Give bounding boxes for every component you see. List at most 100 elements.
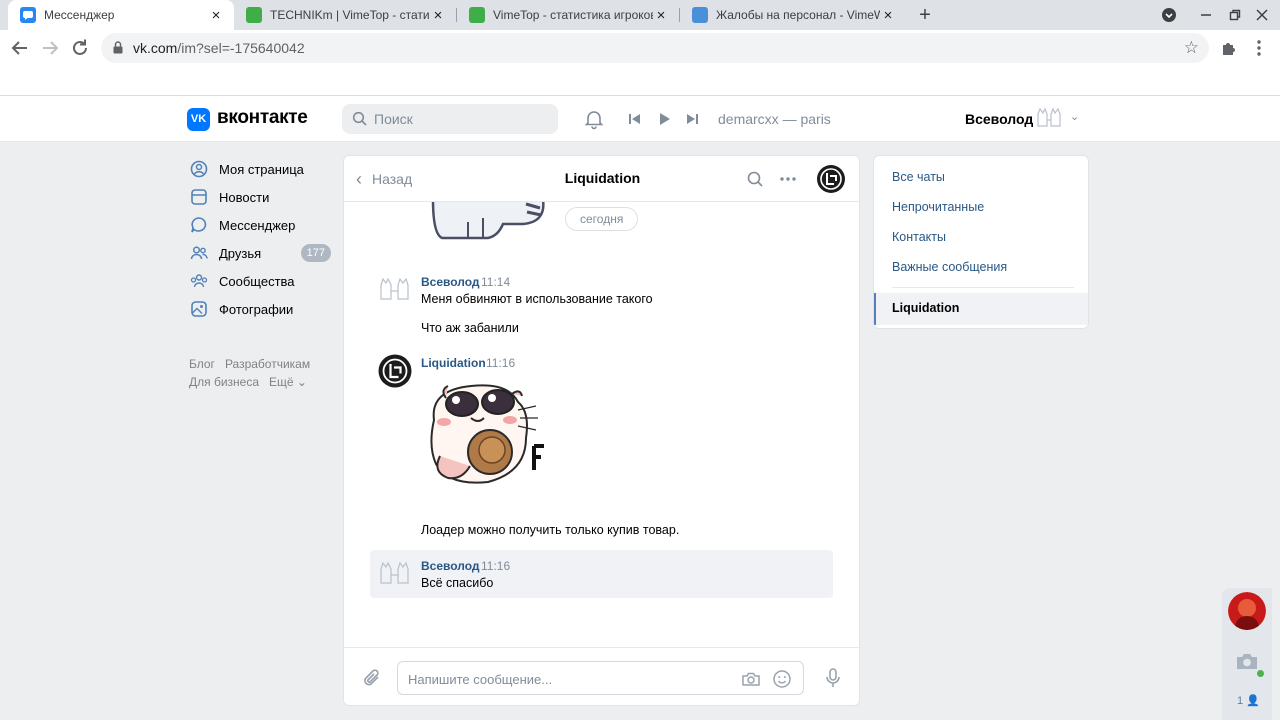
- previous-track-icon[interactable]: [624, 108, 646, 130]
- menu-item-news[interactable]: Новости: [187, 183, 337, 211]
- user-avatar[interactable]: [1035, 106, 1063, 132]
- close-tab-icon[interactable]: ×: [208, 7, 224, 24]
- close-tab-icon[interactable]: ×: [880, 7, 896, 24]
- play-icon[interactable]: [653, 108, 675, 130]
- online-count-value: 1: [1237, 695, 1244, 707]
- camera-icon[interactable]: [1235, 650, 1259, 672]
- close-tab-icon[interactable]: ×: [653, 7, 669, 24]
- message-text: Всё спасибо: [421, 576, 494, 590]
- menu-item-label: Сообщества: [219, 273, 295, 289]
- now-playing-track[interactable]: demarcxx — paris: [718, 111, 831, 127]
- active-chat-item[interactable]: Liquidation: [874, 293, 1088, 325]
- restore-window-button[interactable]: [1225, 5, 1245, 25]
- close-window-button[interactable]: [1252, 5, 1272, 25]
- online-count[interactable]: 1 👤: [1237, 694, 1260, 707]
- microphone-icon[interactable]: [821, 666, 845, 690]
- chat-title[interactable]: Liquidation: [565, 170, 640, 186]
- bookmarks-bar: [0, 66, 1280, 96]
- message-input[interactable]: [408, 669, 728, 689]
- vimetop-favicon-icon: [469, 7, 485, 23]
- message-author[interactable]: Liquidation: [421, 356, 486, 370]
- filter-all-chats[interactable]: Все чаты: [892, 170, 945, 184]
- menu-item-messenger[interactable]: Мессенджер: [187, 211, 337, 239]
- menu-item-my-page[interactable]: Моя страница: [187, 155, 337, 183]
- tab-messenger[interactable]: Мессенджер ×: [8, 0, 234, 30]
- camera-icon[interactable]: [740, 668, 762, 690]
- chevron-down-icon[interactable]: ⌄: [1070, 110, 1079, 123]
- back-arrow-icon[interactable]: [8, 36, 32, 60]
- news-icon: [191, 189, 207, 205]
- new-tab-button[interactable]: +: [914, 4, 936, 26]
- left-nav-menu: Моя страница Новости Мессенджер Друзья 1…: [187, 155, 337, 323]
- tab-complaints[interactable]: Жалобы на персонал - VimeWorld ×: [680, 0, 906, 30]
- message-text: Лоадер можно получить только купив товар…: [421, 523, 680, 537]
- footer-link-more[interactable]: Ещё ⌄: [269, 375, 307, 389]
- photos-icon: [191, 301, 207, 317]
- menu-item-label: Моя страница: [219, 161, 304, 177]
- friends-icon: [190, 246, 208, 260]
- notifications-bell-icon[interactable]: [583, 108, 605, 130]
- message-time[interactable]: 11:16: [486, 356, 515, 370]
- vimetop-favicon-icon: [246, 7, 262, 23]
- message-author-avatar[interactable]: [378, 558, 412, 592]
- vk-logo-icon[interactable]: VK: [187, 108, 210, 131]
- menu-item-photos[interactable]: Фотографии: [187, 295, 337, 323]
- more-options-icon[interactable]: [777, 168, 799, 190]
- vk-messenger-favicon-icon: [20, 7, 36, 23]
- chat-header: ‹ Назад Liquidation: [344, 156, 859, 202]
- chat-avatar[interactable]: [816, 164, 846, 194]
- tab-technikm[interactable]: TECHNIKm | VimeTop - статистика ×: [234, 0, 456, 30]
- friends-count-badge: 177: [300, 244, 331, 262]
- next-track-icon[interactable]: [681, 108, 703, 130]
- message-input-box[interactable]: [397, 661, 804, 695]
- browser-toolbar: vk.com/im?sel=-175640042 ☆: [0, 30, 1280, 66]
- search-icon[interactable]: [744, 168, 766, 190]
- user-circle-icon: [190, 160, 208, 178]
- search-input[interactable]: Поиск: [342, 104, 558, 134]
- footer-link-developers[interactable]: Разработчикам: [225, 357, 310, 371]
- back-button[interactable]: ‹ Назад: [356, 168, 412, 190]
- browser-tab-bar: Мессенджер × TECHNIKm | VimeTop - статис…: [0, 0, 1280, 30]
- header-user-name[interactable]: Всеволод: [965, 111, 1033, 127]
- tab-title: VimeTop - статистика игроков VimeWorld: [493, 8, 653, 22]
- filter-contacts[interactable]: Контакты: [892, 230, 946, 244]
- message-icon: [191, 217, 207, 233]
- paperclip-icon[interactable]: [360, 666, 384, 690]
- filter-unread[interactable]: Непрочитанные: [892, 200, 984, 214]
- back-label: Назад: [372, 171, 413, 187]
- filter-important[interactable]: Важные сообщения: [892, 260, 1007, 274]
- minimize-window-button[interactable]: [1196, 5, 1216, 25]
- search-icon: [352, 111, 367, 126]
- message-author-avatar[interactable]: [378, 274, 412, 308]
- vk-logo-text[interactable]: вконтакте: [217, 107, 308, 129]
- footer-link-blog[interactable]: Блог: [189, 357, 215, 371]
- bookmark-star-icon[interactable]: ☆: [1184, 38, 1199, 58]
- message-author[interactable]: Всеволод: [421, 275, 480, 289]
- forward-arrow-icon[interactable]: [38, 36, 62, 60]
- close-tab-icon[interactable]: ×: [430, 7, 446, 24]
- url-host: vk.com: [133, 40, 178, 56]
- reload-icon[interactable]: [68, 36, 92, 60]
- date-divider: сегодня: [565, 207, 639, 231]
- message-time[interactable]: 11:14: [481, 275, 510, 289]
- tab-vimetop[interactable]: VimeTop - статистика игроков VimeWorld ×: [457, 0, 679, 30]
- online-status-dot: [1257, 670, 1264, 677]
- message-composer: [344, 647, 859, 705]
- contact-avatar[interactable]: [1228, 592, 1266, 630]
- message-time[interactable]: 11:16: [481, 559, 510, 573]
- browser-menu-icon[interactable]: [1249, 38, 1269, 58]
- address-bar[interactable]: vk.com/im?sel=-175640042 ☆: [101, 33, 1209, 63]
- tab-search-icon[interactable]: [1159, 5, 1179, 25]
- selected-message-row[interactable]: [370, 550, 833, 598]
- url-path: /im?sel=-175640042: [177, 40, 305, 56]
- menu-item-communities[interactable]: Сообщества: [187, 267, 337, 295]
- footer-link-business[interactable]: Для бизнеса: [189, 375, 259, 389]
- lock-icon: [113, 41, 123, 54]
- message-author[interactable]: Всеволод: [421, 559, 480, 573]
- emoji-smile-icon[interactable]: [771, 668, 793, 690]
- chat-panel: ‹ Назад Liquidation сегодня Всеволод 11:…: [343, 155, 860, 706]
- hamster-sticker-image[interactable]: [426, 380, 551, 492]
- message-author-avatar[interactable]: [378, 354, 412, 388]
- menu-item-friends[interactable]: Друзья 177: [187, 239, 337, 267]
- extensions-puzzle-icon[interactable]: [1219, 38, 1239, 58]
